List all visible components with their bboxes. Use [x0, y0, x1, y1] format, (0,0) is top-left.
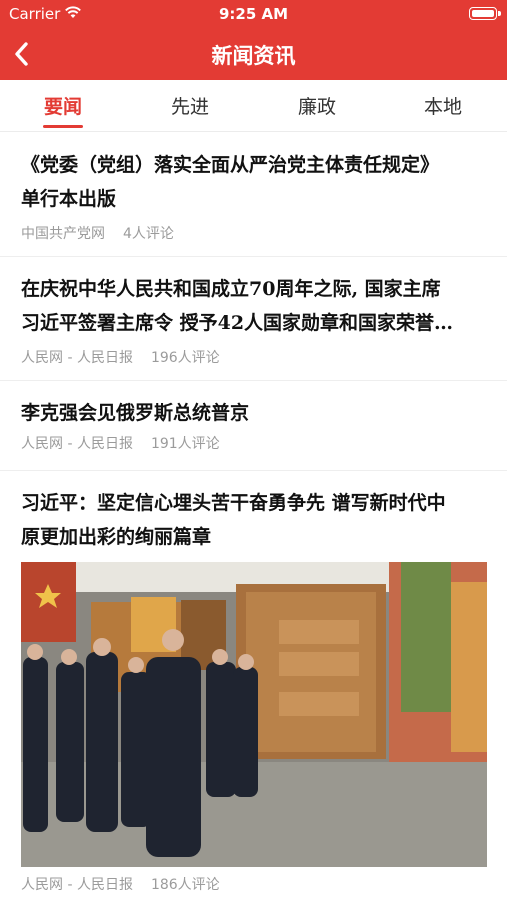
news-meta: 人民网 - 人民日报 186人评论	[21, 875, 486, 895]
active-tab-indicator	[43, 125, 83, 128]
news-meta: 人民网 - 人民日报 196人评论	[21, 348, 486, 368]
header-bar: Carrier 9:25 AM 新闻资讯	[0, 0, 507, 80]
news-title: 在庆祝中华人民共和国成立70周年之际, 国家主席 习近平签署主席令 授予42人国…	[21, 278, 454, 334]
comment-count: 196人评论	[150, 350, 220, 366]
news-item[interactable]: 李克强会见俄罗斯总统普京 人民网 - 人民日报 191人评论	[0, 381, 507, 471]
news-item[interactable]: 《党委（党组）落实全面从严治党主体责任规定》 单行本出版 中国共产党网 4人评论	[0, 133, 507, 257]
tab-label: 要闻	[43, 96, 82, 118]
tab-label: 廉政	[297, 96, 336, 118]
status-bar: Carrier 9:25 AM	[0, 0, 507, 28]
news-source: 人民网 - 人民日报	[21, 436, 133, 452]
news-item[interactable]: 在庆祝中华人民共和国成立70周年之际, 国家主席 习近平签署主席令 授予42人国…	[0, 257, 507, 381]
news-meta: 中国共产党网 4人评论	[21, 224, 486, 244]
news-source: 人民网 - 人民日报	[21, 350, 133, 366]
tab-yaowen[interactable]: 要闻	[18, 92, 108, 128]
comment-count: 191人评论	[150, 436, 220, 452]
navigation-bar: 新闻资讯	[0, 28, 507, 80]
tab-bendi[interactable]: 本地	[398, 92, 488, 119]
tab-lianzheng[interactable]: 廉政	[272, 92, 362, 119]
news-title: 李克强会见俄罗斯总统普京	[21, 402, 250, 424]
news-photo	[21, 562, 487, 867]
news-title: 习近平：坚定信心埋头苦干奋勇争先 谱写新时代中 原更加出彩的绚丽篇章	[21, 492, 446, 548]
news-source: 人民网 - 人民日报	[21, 877, 133, 893]
news-list: 《党委（党组）落实全面从严治党主体责任规定》 单行本出版 中国共产党网 4人评论 …	[0, 133, 507, 900]
news-image[interactable]	[21, 562, 487, 867]
news-item[interactable]: 习近平：坚定信心埋头苦干奋勇争先 谱写新时代中 原更加出彩的绚丽篇章 人民网 -…	[0, 471, 507, 900]
comment-count: 186人评论	[150, 877, 220, 893]
battery-icon	[469, 7, 501, 20]
tab-label: 先进	[170, 96, 209, 118]
category-tabs: 要闻 先进 廉政 本地	[0, 80, 507, 132]
news-source: 中国共产党网	[21, 226, 105, 242]
news-meta: 人民网 - 人民日报 191人评论	[21, 434, 486, 454]
clock: 9:25 AM	[218, 5, 289, 23]
tab-label: 本地	[423, 96, 462, 118]
tab-xianjin[interactable]: 先进	[145, 92, 235, 119]
comment-count: 4人评论	[123, 226, 174, 242]
news-title: 《党委（党组）落实全面从严治党主体责任规定》 单行本出版	[21, 154, 440, 210]
page-title: 新闻资讯	[211, 44, 296, 68]
